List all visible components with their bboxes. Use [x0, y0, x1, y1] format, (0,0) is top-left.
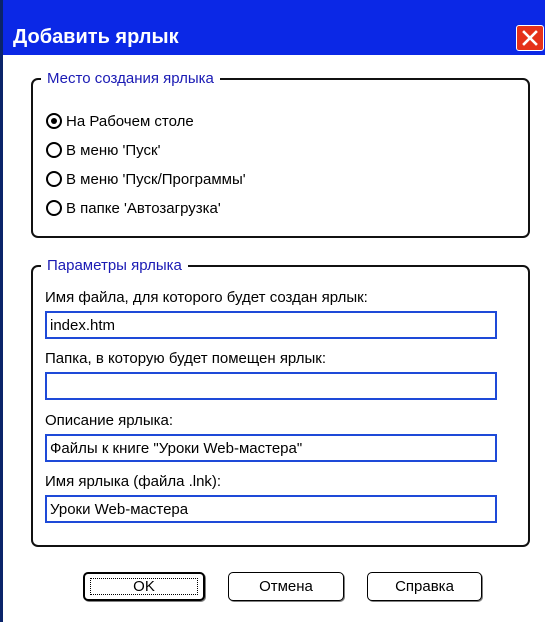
shortcut-name-label: Имя ярлыка (файла .lnk): [45, 473, 222, 490]
shortcut-name-field[interactable]: Уроки Web-мастера [45, 495, 497, 523]
radio-start-menu-control[interactable] [46, 142, 62, 158]
radio-desktop[interactable]: На Рабочем столе [46, 110, 194, 132]
cancel-button[interactable]: Отмена [228, 572, 344, 601]
ok-button[interactable]: OK [83, 572, 205, 601]
params-groupbox: Параметры ярлыка Имя файла, для которого… [31, 256, 530, 547]
description-field[interactable]: Файлы к книге "Уроки Web-мастера" [45, 434, 497, 462]
help-button-label: Справка [395, 578, 454, 595]
params-legend: Параметры ярлыка [41, 256, 188, 276]
focus-ring [90, 578, 198, 595]
radio-programs-label: В меню 'Пуск/Программы' [66, 170, 246, 188]
filename-label: Имя файла, для которого будет создан ярл… [45, 289, 368, 306]
add-shortcut-dialog: Добавить ярлык Место создания ярлыка На … [0, 0, 545, 622]
dialog-title: Добавить ярлык [13, 26, 179, 48]
folder-field[interactable] [45, 372, 497, 400]
description-label: Описание ярлыка: [45, 412, 174, 429]
radio-startup-control[interactable] [46, 200, 62, 216]
radio-startup[interactable]: В папке 'Автозагрузка' [46, 197, 221, 219]
close-button[interactable] [516, 25, 544, 51]
radio-desktop-label: На Рабочем столе [66, 112, 194, 130]
title-bar[interactable]: Добавить ярлык [3, 0, 545, 55]
filename-field[interactable]: index.htm [45, 311, 497, 339]
radio-startup-label: В папке 'Автозагрузка' [66, 199, 221, 217]
location-groupbox: Место создания ярлыка На Рабочем столе В… [31, 69, 530, 238]
folder-label: Папка, в которую будет помещен ярлык: [45, 350, 327, 367]
radio-start-menu[interactable]: В меню 'Пуск' [46, 139, 160, 161]
radio-desktop-control[interactable] [46, 113, 62, 129]
help-button[interactable]: Справка [367, 572, 482, 601]
cancel-button-label: Отмена [259, 578, 313, 595]
location-legend: Место создания ярлыка [41, 69, 220, 89]
radio-start-menu-label: В меню 'Пуск' [66, 141, 161, 159]
close-icon [522, 30, 538, 46]
radio-programs[interactable]: В меню 'Пуск/Программы' [46, 168, 246, 190]
radio-programs-control[interactable] [46, 171, 62, 187]
